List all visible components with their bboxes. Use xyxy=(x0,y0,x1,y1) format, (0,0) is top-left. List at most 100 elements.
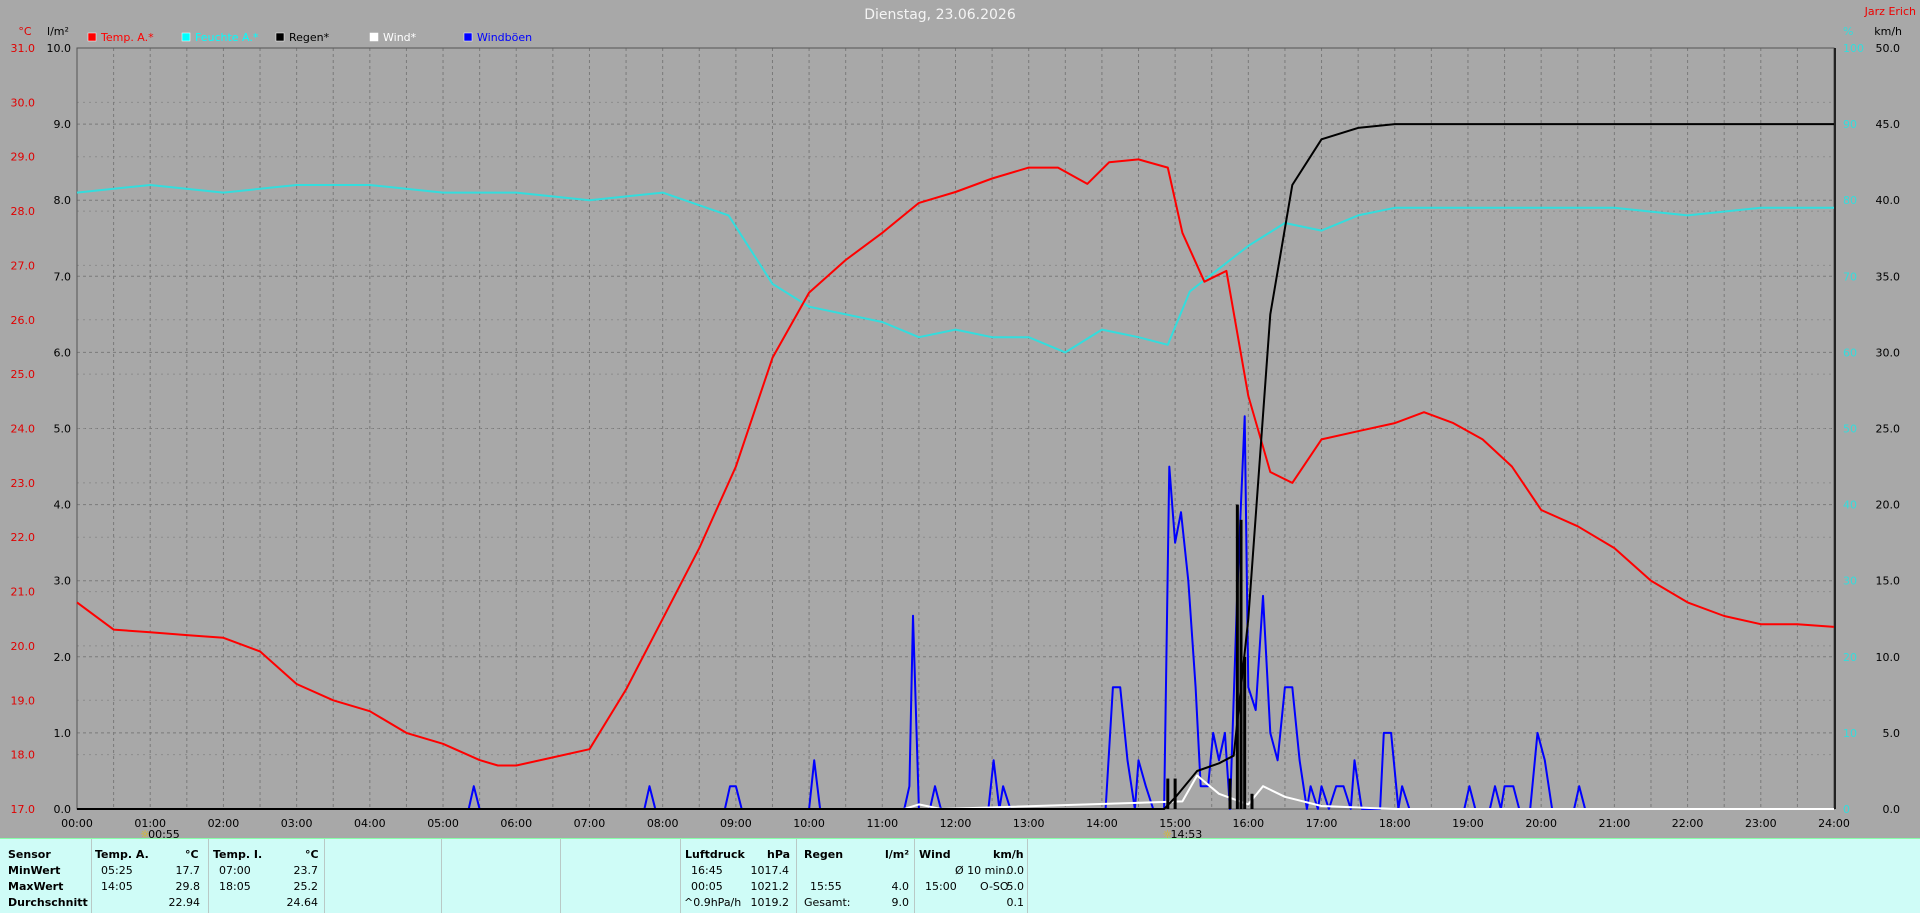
stats-temp-i-min: 23.7 xyxy=(293,864,319,877)
time-tick-label: 04:00 xyxy=(354,817,386,830)
stats-col-pressure: Luftdruck hPa 16:45 1017.4 00:05 1021.2 … xyxy=(680,839,795,913)
legend-swatch xyxy=(181,32,191,42)
stats-wind-max-value: 5.0 xyxy=(1006,880,1025,893)
temp-tick-label: 30.0 xyxy=(11,96,36,109)
temp-tick-label: 29.0 xyxy=(11,151,36,164)
temp-tick-label: 25.0 xyxy=(11,368,36,381)
temp-unit-label: °C xyxy=(18,25,32,38)
stats-rain-total: 9.0 xyxy=(891,896,910,909)
legend-label: Windböen xyxy=(477,31,532,44)
time-tick-label: 20:00 xyxy=(1525,817,1557,830)
stats-temp-a-title: Temp. A. xyxy=(95,848,149,861)
rain-tick-label: 7.0 xyxy=(54,270,72,283)
stats-temp-i-avg: 24.64 xyxy=(286,896,319,909)
stats-row-max: MaxWert xyxy=(8,880,64,893)
rain-tick-label: 10.0 xyxy=(47,42,72,55)
stats-pressure-avg: 1019.2 xyxy=(750,896,790,909)
statistics-panel: Sensor MinWert MaxWert Durchschnitt Temp… xyxy=(0,838,1920,913)
legend-label: Temp. A.* xyxy=(100,31,154,44)
stats-temp-i-max: 25.2 xyxy=(293,880,319,893)
time-tick-label: 14:00 xyxy=(1086,817,1118,830)
wind-tick-label: 15.0 xyxy=(1876,575,1901,588)
station-name: Jarz Erich xyxy=(1864,5,1916,18)
stats-pressure-min-time: 16:45 xyxy=(691,864,723,877)
rain-unit-label: l/m² xyxy=(47,25,69,38)
time-tick-label: 24:00 xyxy=(1818,817,1850,830)
stats-wind-max-time: 15:00 xyxy=(925,880,957,893)
stats-wind-avg-total: 0.1 xyxy=(1006,896,1025,909)
stats-temp-i-unit: °C xyxy=(305,848,319,861)
humidity-tick-label: 40 xyxy=(1843,499,1857,512)
rain-bar xyxy=(1243,656,1247,809)
rain-tick-label: 0.0 xyxy=(54,803,72,816)
time-tick-label: 21:00 xyxy=(1599,817,1631,830)
wind-tick-label: 0.0 xyxy=(1883,803,1901,816)
stats-wind-avg-value: 0.0 xyxy=(1006,864,1025,877)
temp-tick-label: 22.0 xyxy=(11,531,36,544)
temp-tick-label: 23.0 xyxy=(11,477,36,490)
sun-marker-label: 00:55 xyxy=(148,828,180,838)
legend-label: Feuchte A.* xyxy=(195,31,259,44)
chart-background xyxy=(0,0,1920,838)
stats-rain-total-label: Gesamt: xyxy=(804,896,851,909)
time-tick-label: 07:00 xyxy=(574,817,606,830)
temp-tick-label: 27.0 xyxy=(11,259,36,272)
stats-sensor-title: Sensor xyxy=(8,848,51,861)
time-tick-label: 10:00 xyxy=(793,817,825,830)
time-tick-label: 11:00 xyxy=(866,817,898,830)
temp-tick-label: 26.0 xyxy=(11,314,36,327)
time-tick-label: 19:00 xyxy=(1452,817,1484,830)
stats-wind-title: Wind xyxy=(919,848,951,861)
legend-swatch xyxy=(463,32,473,42)
wind-tick-label: 10.0 xyxy=(1876,651,1901,664)
stats-col-empty-2 xyxy=(441,839,559,913)
stats-pressure-trend: ^0.9hPa/h xyxy=(684,896,742,909)
stats-row-avg: Durchschnitt xyxy=(8,896,88,909)
stats-row-min: MinWert xyxy=(8,864,61,877)
stats-col-temp-i: Temp. I. °C 07:00 23.7 18:05 25.2 24.64 xyxy=(208,839,321,913)
rain-bar xyxy=(1166,778,1170,809)
time-tick-label: 05:00 xyxy=(427,817,459,830)
rain-tick-label: 5.0 xyxy=(54,423,72,436)
stats-temp-a-min-time: 05:25 xyxy=(101,864,133,877)
rain-bar xyxy=(1173,778,1177,809)
legend-label: Wind* xyxy=(383,31,417,44)
time-tick-label: 17:00 xyxy=(1306,817,1338,830)
stats-rain-unit: l/m² xyxy=(885,848,910,861)
humidity-tick-label: 10 xyxy=(1843,727,1857,740)
humidity-tick-label: 20 xyxy=(1843,651,1857,664)
wind-tick-label: 20.0 xyxy=(1876,499,1901,512)
time-tick-label: 00:00 xyxy=(61,817,93,830)
time-tick-label: 06:00 xyxy=(500,817,532,830)
time-tick-label: 22:00 xyxy=(1672,817,1704,830)
wind-tick-label: 5.0 xyxy=(1883,727,1901,740)
humidity-unit-label: % xyxy=(1843,25,1853,38)
humidity-tick-label: 60 xyxy=(1843,346,1857,359)
stats-temp-i-title: Temp. I. xyxy=(213,848,263,861)
stats-col-empty-1 xyxy=(324,839,441,913)
rain-tick-label: 6.0 xyxy=(54,346,72,359)
stats-temp-a-max-time: 14:05 xyxy=(101,880,133,893)
legend-swatch xyxy=(87,32,97,42)
temp-tick-label: 18.0 xyxy=(11,749,36,762)
sun-marker-label: 14:53 xyxy=(1171,828,1203,838)
humidity-tick-label: 50 xyxy=(1843,423,1857,436)
temp-tick-label: 31.0 xyxy=(11,42,36,55)
wind-tick-label: 35.0 xyxy=(1876,270,1901,283)
time-tick-label: 23:00 xyxy=(1745,817,1777,830)
temp-tick-label: 19.0 xyxy=(11,694,36,707)
weather-chart: 17.0 18.0 19.0 20.0 21.0 22.0 23.0 24.0 25.0 26.0… xyxy=(0,0,1920,838)
rain-bar xyxy=(1239,519,1243,809)
time-tick-label: 02:00 xyxy=(208,817,240,830)
stats-wind-max-dir: O-SO xyxy=(980,880,1009,893)
humidity-tick-label: 70 xyxy=(1843,270,1857,283)
temp-tick-label: 21.0 xyxy=(11,586,36,599)
stats-rain-max: 4.0 xyxy=(891,880,910,893)
wind-tick-label: 25.0 xyxy=(1876,423,1901,436)
time-tick-label: 16:00 xyxy=(1232,817,1264,830)
stats-wind-unit: km/h xyxy=(993,848,1024,861)
humidity-tick-label: 80 xyxy=(1843,194,1857,207)
stats-pressure-max-time: 00:05 xyxy=(691,880,723,893)
time-tick-label: 09:00 xyxy=(720,817,752,830)
stats-col-empty-3 xyxy=(560,839,679,913)
